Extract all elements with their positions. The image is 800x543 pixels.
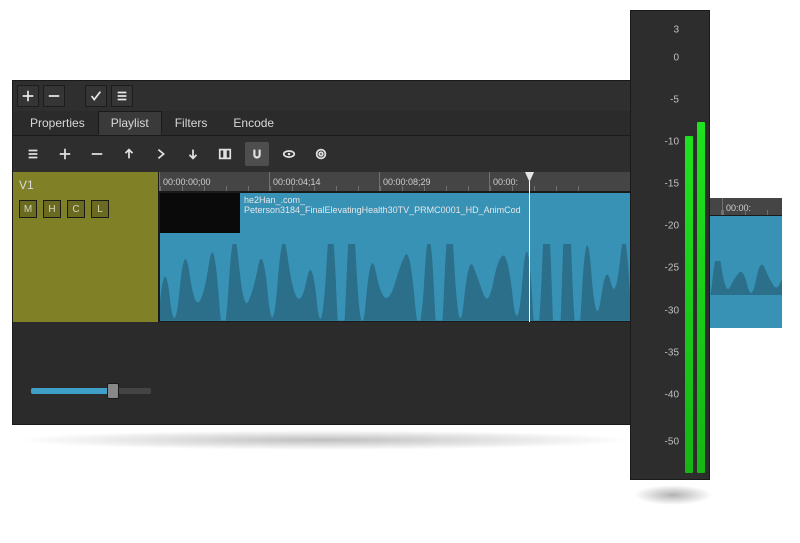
timeline-down-button[interactable] (181, 142, 205, 166)
tab-playlist[interactable]: Playlist (98, 111, 162, 135)
time-ruler[interactable]: 00:00:00;00 00:00:04;14 00:00:08;29 00:0… (159, 172, 631, 192)
meter-bar-left (685, 136, 693, 473)
timeline: V1 M H C L 00:00:00;00 00:00:04;14 00:00… (13, 172, 631, 322)
scale-label: -20 (665, 221, 679, 232)
scale-label: -15 (665, 179, 679, 190)
meter-bar-right (697, 122, 705, 473)
tabs: Properties Playlist Filters Encode (13, 111, 631, 136)
track-lane[interactable]: 00:00:00;00 00:00:04;14 00:00:08;29 00:0… (159, 172, 631, 322)
track-header: V1 M H C L (13, 172, 159, 322)
tab-label: Encode (233, 116, 274, 130)
track-chips: M H C L (19, 200, 152, 218)
tab-label: Properties (30, 116, 85, 130)
scale-label: -30 (665, 305, 679, 316)
clip-label: he2Han_.com_ Peterson3184_FinalElevating… (160, 193, 631, 217)
video-clip[interactable]: he2Han_.com_ Peterson3184_FinalElevating… (159, 192, 631, 322)
ruler-tick: 00:00:08;29 (379, 172, 489, 191)
ruler-tick: 00:00:04;14 (269, 172, 379, 191)
timeline-add-button[interactable] (53, 142, 77, 166)
timeline-snap-button[interactable] (245, 142, 269, 166)
tab-properties[interactable]: Properties (17, 111, 98, 135)
topbar (13, 81, 631, 111)
clip-waveform (160, 244, 631, 321)
scale-label: -50 (665, 436, 679, 447)
scale-label: -35 (665, 347, 679, 358)
chip-c[interactable]: C (67, 200, 85, 218)
timeline-right-button[interactable] (149, 142, 173, 166)
timeline-scrub-button[interactable] (277, 142, 301, 166)
track-name: V1 (19, 178, 152, 192)
timeline-footer (13, 322, 631, 412)
menu-button[interactable] (111, 85, 133, 107)
timeline-toolbar (13, 136, 631, 172)
playhead[interactable] (529, 172, 530, 322)
timeline-up-button[interactable] (117, 142, 141, 166)
meter-shadow (634, 485, 712, 505)
timeline-menu-button[interactable] (21, 142, 45, 166)
scale-label: 0 (673, 52, 679, 63)
scale-label: -10 (665, 137, 679, 148)
timeline-remove-button[interactable] (85, 142, 109, 166)
tab-label: Filters (175, 116, 208, 130)
ruler-tick: 00:00: (489, 172, 599, 191)
scale-label: 3 (673, 24, 679, 35)
chip-m[interactable]: M (19, 200, 37, 218)
timeline-ripple-button[interactable] (309, 142, 333, 166)
chip-h[interactable]: H (43, 200, 61, 218)
tab-encode[interactable]: Encode (220, 111, 287, 135)
chip-l[interactable]: L (91, 200, 109, 218)
scale-label: -25 (665, 263, 679, 274)
apply-button[interactable] (85, 85, 107, 107)
meter-bars (685, 11, 709, 479)
ruler-tick: 00:00: (722, 198, 782, 215)
scale-label: -40 (665, 389, 679, 400)
ruler-tick: 00:00:00;00 (159, 172, 269, 191)
editor-panel: Properties Playlist Filters Encode V1 M … (12, 80, 632, 425)
meter-scale: 3 0 -5 -10 -15 -20 -25 -30 -35 -40 -50 (631, 11, 685, 479)
add-button[interactable] (17, 85, 39, 107)
zoom-thumb[interactable] (107, 383, 119, 399)
scale-label: -5 (670, 94, 679, 105)
remove-button[interactable] (43, 85, 65, 107)
panel-shadow (14, 430, 634, 450)
zoom-slider[interactable] (31, 388, 151, 394)
tab-filters[interactable]: Filters (162, 111, 221, 135)
zoom-fill (31, 388, 109, 394)
tab-label: Playlist (111, 116, 149, 130)
timeline-split-button[interactable] (213, 142, 237, 166)
audio-meter: 3 0 -5 -10 -15 -20 -25 -30 -35 -40 -50 (630, 10, 710, 480)
